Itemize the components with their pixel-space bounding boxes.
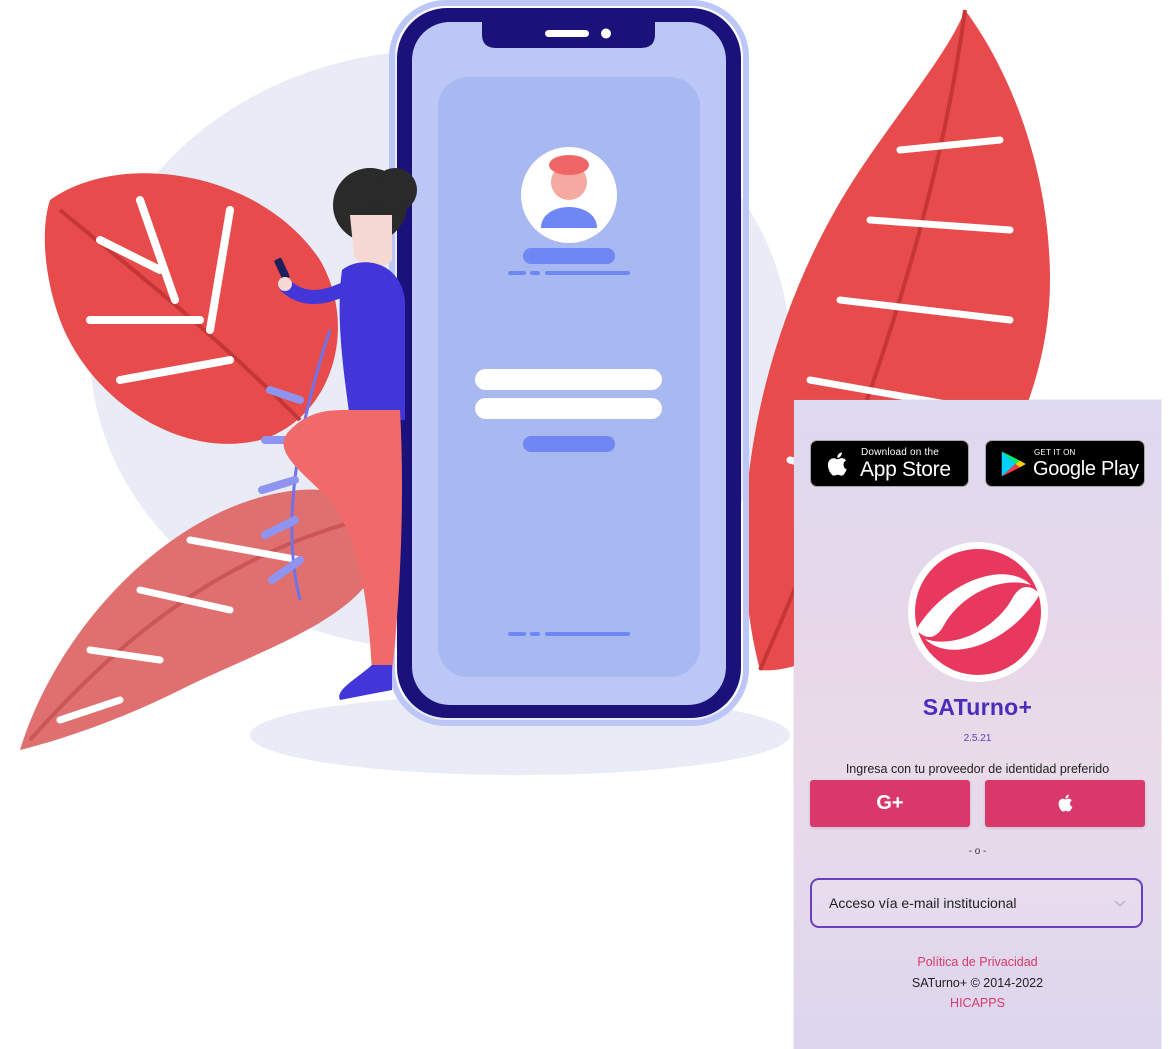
login-method-select[interactable]: Acceso vía e-mail institucional: [810, 878, 1143, 928]
page: Download on the App Store GET IT ON Goog…: [0, 0, 1169, 1049]
or-divider: - o -: [968, 846, 987, 857]
login-hint: Ingresa con tu proveedor de identidad pr…: [845, 762, 1110, 776]
login-panel: Download on the App Store GET IT ON Goog…: [794, 400, 1161, 1049]
google-play-badge[interactable]: GET IT ON Google Play: [985, 440, 1145, 487]
app-store-small-text: Download on the: [861, 447, 940, 458]
google-login-button[interactable]: G+: [810, 780, 970, 827]
google-plus-icon: G+: [876, 792, 904, 814]
apple-icon: [827, 452, 847, 476]
saturno-logo: [908, 542, 1048, 682]
google-play-small-text: GET IT ON: [1034, 448, 1076, 457]
google-play-icon: [1001, 451, 1026, 477]
woman-torso: [339, 262, 405, 420]
app-version: 2.5.21: [963, 733, 992, 744]
login-method-value: Acceso vía e-mail institucional: [829, 895, 1017, 911]
privacy-policy-link[interactable]: Política de Privacidad: [794, 955, 1161, 969]
copyright-text: SATurno+ © 2014-2022: [911, 976, 1044, 990]
google-play-big-text: Google Play: [1033, 458, 1139, 480]
store-badges: Download on the App Store GET IT ON Goog…: [810, 440, 1145, 487]
company-link[interactable]: HICAPPS: [794, 996, 1161, 1010]
app-name: SATurno+: [922, 694, 1033, 720]
app-store-badge[interactable]: Download on the App Store: [810, 440, 969, 487]
apple-login-button[interactable]: [985, 780, 1145, 827]
app-store-big-text: App Store: [860, 458, 951, 481]
apple-icon: [1058, 794, 1073, 812]
chevron-down-icon: [1114, 900, 1126, 908]
